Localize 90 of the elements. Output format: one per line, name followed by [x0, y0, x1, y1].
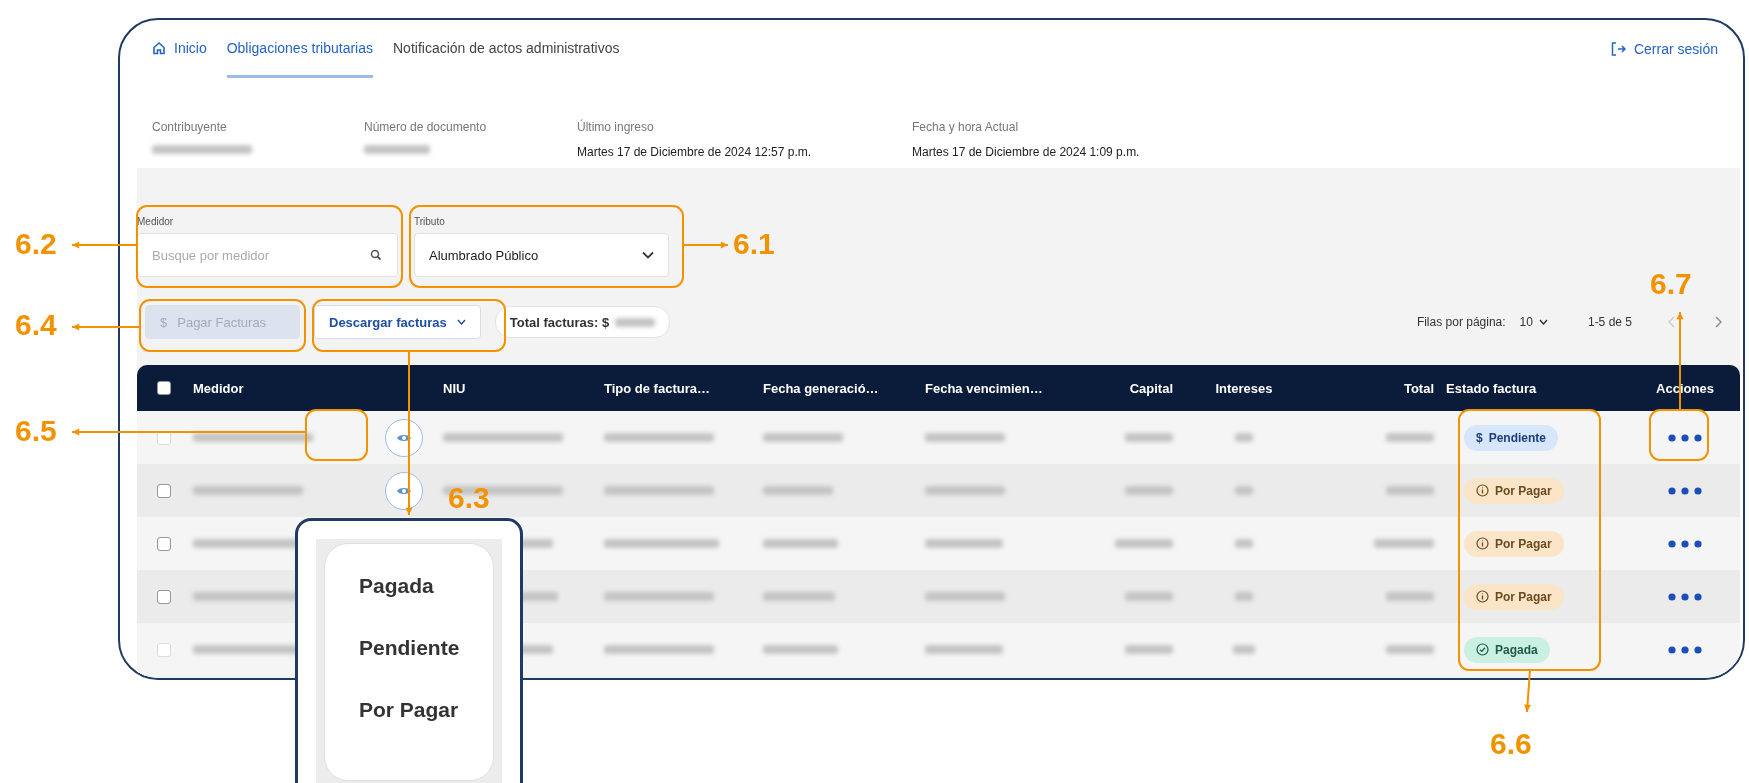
info-icon	[1476, 484, 1489, 497]
menu-item[interactable]: Por Pagar	[359, 698, 493, 722]
blurred-text	[1235, 486, 1253, 495]
info-value: Martes 17 de Diciembre de 2024 1:09 p.m.	[912, 145, 1140, 159]
home-icon	[152, 40, 166, 55]
highlight-frame	[1649, 409, 1709, 461]
blurred-text	[1386, 486, 1434, 495]
search-icon	[370, 249, 382, 261]
arrow	[682, 241, 729, 249]
blurred-text	[1115, 539, 1173, 548]
annotation-label: 6.7	[1650, 266, 1692, 302]
blurred-text	[1235, 539, 1253, 548]
status-badge: Por Pagar	[1464, 583, 1564, 610]
more-icon[interactable]	[1668, 433, 1702, 442]
blurred-text	[1386, 592, 1434, 601]
page-range: 1-5 de 5	[1587, 315, 1632, 329]
blurred-text	[1235, 433, 1253, 442]
checkbox[interactable]	[157, 381, 171, 395]
view-button[interactable]	[385, 418, 423, 457]
chevron-down-icon	[1538, 319, 1548, 325]
info-label: Fecha y hora Actual	[912, 120, 1020, 134]
annotation-label: 6.2	[15, 226, 57, 262]
status-badge: Por Pagar	[1464, 477, 1564, 504]
blurred-text	[1125, 645, 1173, 654]
arrow	[71, 323, 141, 331]
blurred-text	[1386, 433, 1434, 442]
blurred-text	[364, 145, 430, 154]
blurred-text	[1125, 433, 1173, 442]
blurred-text	[1386, 645, 1434, 654]
blurred-text	[1374, 539, 1434, 548]
column-header: Medidor	[193, 380, 244, 396]
arrow	[1524, 669, 1531, 713]
column-header: Capital	[1129, 380, 1173, 396]
more-icon[interactable]	[1668, 645, 1702, 654]
blurred-text	[763, 486, 833, 495]
status-badge: $ Pendiente	[1464, 424, 1559, 451]
column-header: Tipo de factura…	[604, 380, 710, 396]
chevron-down-icon	[642, 251, 654, 259]
column-header: Intereses	[1215, 380, 1273, 396]
info-value: Martes 17 de Diciembre de 2024 12:57 p.m.	[577, 145, 813, 159]
check-circle-icon	[1476, 643, 1489, 656]
search-field[interactable]: Busque por medidor	[137, 233, 398, 277]
blurred-text	[763, 592, 835, 601]
rows-per-page-select[interactable]: 10	[1519, 315, 1548, 329]
more-icon[interactable]	[1668, 486, 1702, 495]
info-label: Contribuyente	[152, 120, 228, 134]
total-badge: Total facturas: $	[494, 306, 671, 338]
column-header: Total	[1403, 380, 1434, 396]
column-header: Fecha generació…	[763, 380, 879, 396]
blurred-text	[1233, 645, 1255, 654]
blurred-text	[615, 317, 656, 327]
blurred-text	[1125, 486, 1173, 495]
status-badge: Por Pagar	[1464, 530, 1564, 557]
info-icon	[1476, 590, 1489, 603]
annotation-label: 6.4	[15, 307, 57, 343]
tributo-dropdown[interactable]: Alumbrado Público	[414, 233, 669, 277]
download-button[interactable]: Descargar facturas	[314, 305, 481, 339]
info-icon	[1476, 537, 1489, 550]
chevron-down-icon	[456, 319, 466, 325]
more-icon[interactable]	[1668, 539, 1702, 548]
annotation-label: 6.3	[448, 480, 490, 516]
arrow	[71, 241, 138, 249]
logout-icon	[1609, 41, 1626, 57]
menu-item[interactable]: Pagada	[359, 574, 493, 598]
column-header: Fecha vencimien…	[925, 380, 1043, 396]
dollar-icon: $	[1476, 430, 1483, 445]
info-label: Último ingreso	[577, 120, 655, 134]
logout-link[interactable]: Cerrar sesión	[1609, 20, 1740, 78]
annotation-label: 6.1	[733, 226, 775, 262]
rows-per-page-label: Filas por página:	[1416, 315, 1506, 329]
column-header: Estado factura	[1446, 380, 1537, 396]
view-button[interactable]	[385, 471, 423, 510]
nav-tab[interactable]: Obligaciones tributarias	[226, 20, 373, 78]
blurred-text	[1235, 592, 1253, 601]
checkbox[interactable]	[157, 483, 171, 498]
annotation-label: 6.6	[1490, 726, 1532, 762]
blurred-text	[1125, 592, 1173, 601]
info-label: Número de documento	[364, 120, 488, 134]
highlight-frame	[305, 409, 368, 461]
checkbox[interactable]	[157, 536, 171, 551]
field-label: Tributo	[414, 216, 446, 227]
menu-item[interactable]: Pendiente	[359, 636, 493, 660]
more-icon[interactable]	[1668, 592, 1702, 601]
checkbox[interactable]	[157, 589, 171, 604]
nav-tab[interactable]: Inicio	[152, 20, 219, 78]
column-header: NIU	[443, 380, 466, 396]
annotation-label: 6.5	[15, 413, 57, 449]
status-badge: Pagada	[1464, 636, 1550, 663]
field-label: Medidor	[137, 216, 175, 227]
nav-tab[interactable]: Notificación de actos administrativos	[393, 20, 632, 78]
